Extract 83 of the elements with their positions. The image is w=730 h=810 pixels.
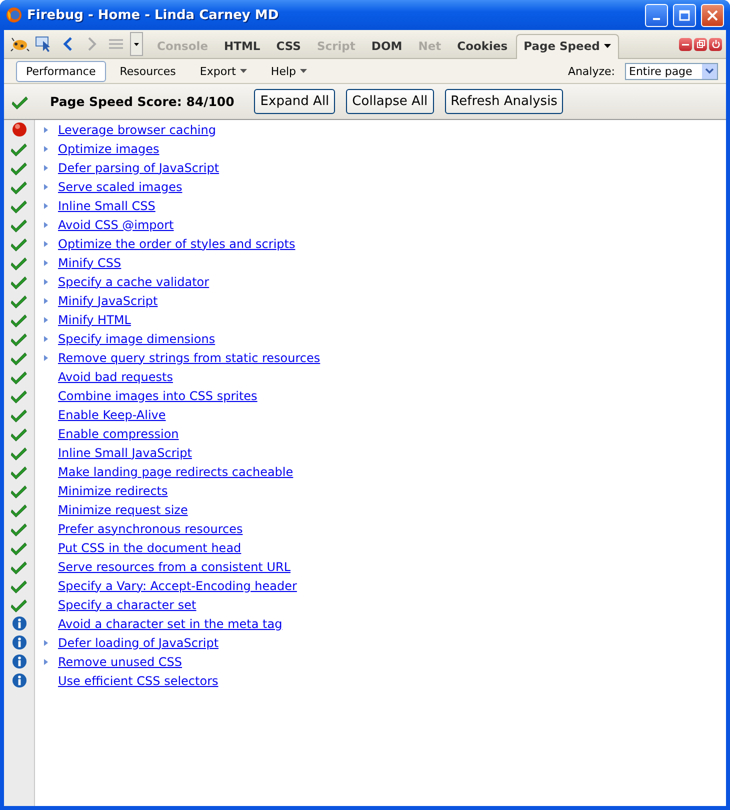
rule-link[interactable]: Optimize images bbox=[58, 142, 160, 156]
rule-link[interactable]: Avoid bad requests bbox=[58, 370, 173, 384]
bug-icon[interactable] bbox=[10, 36, 30, 52]
rule-link[interactable]: Inline Small JavaScript bbox=[58, 446, 192, 460]
minimize-button[interactable] bbox=[679, 38, 692, 50]
minimize-button[interactable] bbox=[645, 4, 668, 26]
chevron-icon bbox=[705, 68, 714, 74]
expand-icon[interactable] bbox=[44, 278, 48, 284]
button[interactable]: Expand All bbox=[254, 89, 336, 114]
expand-icon[interactable] bbox=[44, 146, 48, 152]
rule-link[interactable]: Defer parsing of JavaScript bbox=[58, 160, 220, 174]
window-title: Firebug - Home - Linda Carney MD bbox=[27, 8, 280, 22]
menu-button[interactable]: Help bbox=[260, 60, 317, 82]
rule-link[interactable]: Specify a cache validator bbox=[58, 274, 210, 288]
caret-icon bbox=[134, 42, 139, 46]
expand-icon[interactable] bbox=[44, 316, 48, 322]
analyze-label: Analyze: bbox=[568, 64, 615, 78]
expand-icon[interactable] bbox=[44, 164, 48, 170]
windows-icon bbox=[696, 40, 704, 48]
rule-link[interactable]: Specify image dimensions bbox=[58, 332, 216, 346]
expand-icon[interactable] bbox=[44, 202, 48, 208]
rule-link[interactable]: Minify CSS bbox=[58, 256, 122, 270]
expand-icon[interactable] bbox=[44, 126, 48, 132]
menu-button[interactable]: Export bbox=[190, 60, 257, 82]
maximize-icon bbox=[679, 10, 690, 20]
forward-icon[interactable] bbox=[87, 37, 97, 51]
caret-icon bbox=[604, 44, 611, 48]
expand-icon[interactable] bbox=[44, 336, 48, 342]
tab[interactable]: HTML bbox=[216, 34, 268, 58]
rule-link[interactable]: Minify HTML bbox=[58, 312, 131, 326]
rule-link[interactable]: Inline Small CSS bbox=[58, 198, 156, 212]
rule-link[interactable]: Combine images into CSS sprites bbox=[58, 388, 258, 402]
button[interactable]: Refresh Analysis bbox=[444, 89, 564, 114]
rule-link[interactable]: Minimize redirects bbox=[58, 484, 168, 498]
detach-button[interactable] bbox=[694, 38, 707, 50]
rule-link[interactable]: Serve scaled images bbox=[58, 180, 182, 194]
rule-link[interactable]: Specify a Vary: Accept-Encoding header bbox=[58, 578, 297, 592]
rule-link[interactable]: Leverage browser caching bbox=[58, 122, 216, 136]
tab[interactable]: Resources bbox=[110, 60, 186, 82]
rule-link[interactable]: Use efficient CSS selectors bbox=[58, 674, 218, 688]
rule-link[interactable]: Defer loading of JavaScript bbox=[58, 636, 219, 650]
rule-link[interactable]: Minify JavaScript bbox=[58, 294, 158, 308]
back-icon[interactable] bbox=[63, 37, 73, 51]
tab[interactable]: DOM bbox=[363, 34, 410, 58]
close-button[interactable] bbox=[701, 4, 724, 26]
expand-icon[interactable] bbox=[44, 354, 48, 360]
minimize-icon bbox=[653, 18, 660, 20]
tab[interactable]: Page Speed bbox=[516, 34, 619, 59]
rule-link[interactable]: Put CSS in the document head bbox=[58, 540, 242, 554]
expand-icon[interactable] bbox=[44, 240, 48, 246]
rule-link[interactable]: Remove unused CSS bbox=[58, 654, 182, 668]
expand-icon[interactable] bbox=[44, 184, 48, 190]
caret-icon bbox=[300, 69, 307, 73]
rule-link[interactable]: Prefer asynchronous resources bbox=[58, 522, 243, 536]
expand-icon[interactable] bbox=[44, 298, 48, 304]
tab[interactable]: Cookies bbox=[449, 34, 516, 58]
power-icon bbox=[712, 40, 720, 48]
rule-link[interactable]: Specify a character set bbox=[58, 598, 196, 612]
maximize-button[interactable] bbox=[673, 4, 696, 26]
analyze-dropdown[interactable]: Entire page bbox=[625, 62, 718, 80]
expand-icon[interactable] bbox=[44, 222, 48, 228]
close-icon bbox=[707, 10, 718, 20]
tab[interactable]: Performance bbox=[16, 60, 106, 82]
list-icon[interactable] bbox=[108, 38, 124, 50]
rule-link[interactable]: Avoid a character set in the meta tag bbox=[58, 616, 282, 630]
firefox-icon bbox=[6, 7, 22, 23]
dropdown-button[interactable] bbox=[130, 32, 143, 56]
rule-link[interactable]: Enable Keep-Alive bbox=[58, 408, 166, 422]
rule-link[interactable]: Optimize the order of styles and scripts bbox=[58, 236, 296, 250]
score-text: Page Speed Score: 84/100 bbox=[50, 94, 234, 109]
rule-link[interactable]: Avoid CSS @import bbox=[58, 218, 174, 232]
rule-link[interactable]: Remove query strings from static resources bbox=[58, 350, 320, 364]
expand-icon[interactable] bbox=[44, 260, 48, 266]
rule-link[interactable]: Minimize request size bbox=[58, 502, 188, 516]
rule-link[interactable]: Make landing page redirects cacheable bbox=[58, 464, 294, 478]
expand-icon[interactable] bbox=[44, 658, 48, 664]
rule-link[interactable]: Serve resources from a consistent URL bbox=[58, 560, 291, 574]
rule-link[interactable]: Enable compression bbox=[58, 426, 179, 440]
caret-icon bbox=[240, 69, 247, 73]
tab[interactable]: CSS bbox=[268, 34, 309, 58]
power-button[interactable] bbox=[709, 38, 722, 50]
expand-icon[interactable] bbox=[44, 640, 48, 646]
button[interactable]: Collapse All bbox=[346, 89, 434, 114]
